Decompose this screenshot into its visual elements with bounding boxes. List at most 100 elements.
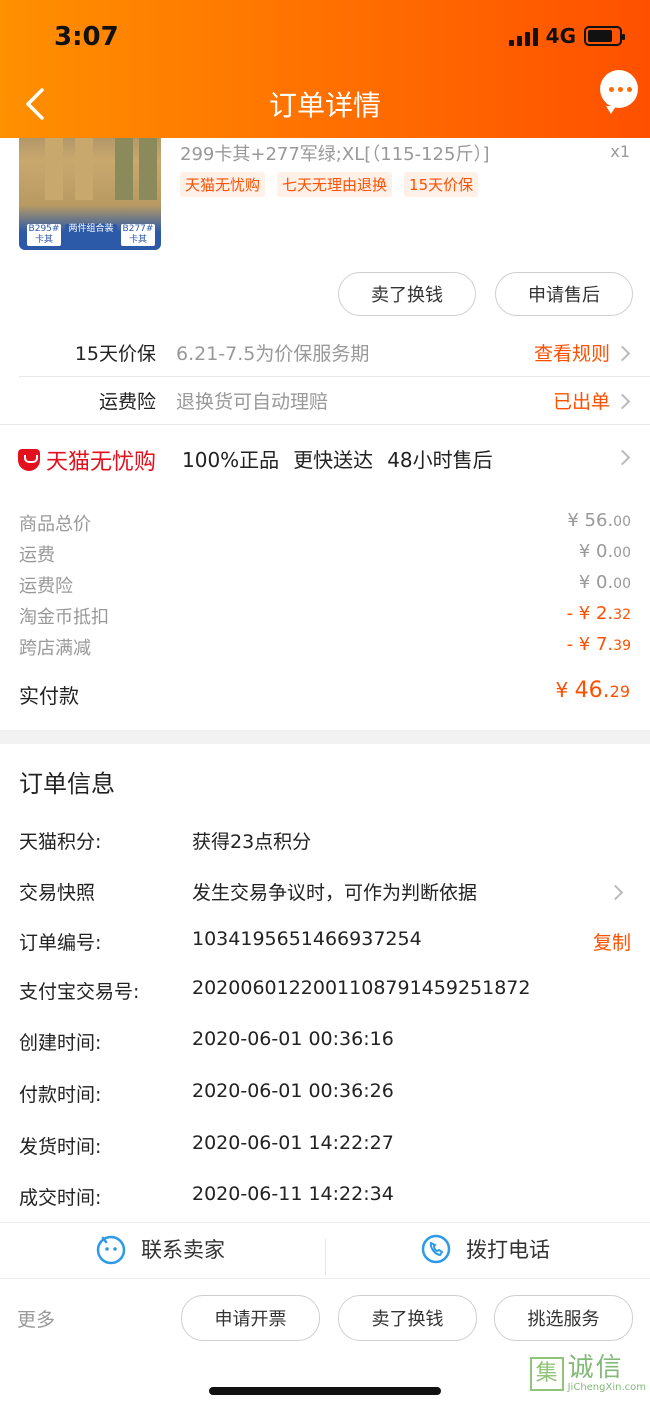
info-label: 成交时间: <box>19 1187 102 1209</box>
divider <box>19 376 650 377</box>
service-label: 15天价保 <box>74 343 156 365</box>
product-spec[interactable]: 299卡其+277军绿;XL[（115-125斤）] <box>180 140 489 166</box>
price-label: 运费险 <box>19 576 73 597</box>
chat-face-icon <box>96 1235 126 1265</box>
status-time: 3:07 <box>54 22 119 52</box>
chevron-right-icon <box>614 449 631 466</box>
info-value: 2020-06-01 14:22:27 <box>192 1132 394 1154</box>
price-row: 跨店满减 - ¥ 7.39 <box>19 634 631 662</box>
tag-return: 七天无理由退换 <box>277 172 393 197</box>
service-label: 运费险 <box>98 391 156 413</box>
after-sale-button[interactable]: 申请售后 <box>495 272 633 316</box>
feature-aftersale: 48小时售后 <box>387 448 493 472</box>
battery-icon <box>584 26 625 46</box>
info-value: 发生交易争议时，可作为判断依据 <box>192 882 478 904</box>
select-service-button[interactable]: 挑选服务 <box>494 1295 633 1341</box>
service-row-price-protect[interactable]: 15天价保 6.21-7.5为价保服务期 查看规则 <box>0 331 650 375</box>
info-value: 2020-06-01 00:36:26 <box>192 1080 394 1102</box>
more-button[interactable]: 更多 <box>17 1305 55 1332</box>
info-value: 2020-06-01 00:36:16 <box>192 1028 394 1050</box>
info-row-alipay-number: 支付宝交易号: 2020060122001108791459251872 <box>19 977 631 1007</box>
info-value: 获得23点积分 <box>192 831 312 853</box>
info-row-points: 天猫积分: 获得23点积分 <box>19 827 631 857</box>
section-gap <box>0 730 650 744</box>
product-badge-right: B277# 卡其 <box>121 224 155 246</box>
product-badge-left: B295# 卡其 <box>27 224 61 246</box>
more-menu-icon[interactable] <box>606 100 628 104</box>
price-value: ¥ 0.00 <box>578 541 631 562</box>
view-rules-link[interactable]: 查看规则 <box>534 339 610 366</box>
chevron-right-icon <box>614 393 631 410</box>
price-value: ¥ 56.00 <box>567 510 631 531</box>
info-row-shipped: 发货时间: 2020-06-01 14:22:27 <box>19 1132 631 1162</box>
order-info-title: 订单信息 <box>19 770 115 798</box>
price-label: 跨店满减 <box>19 638 91 659</box>
total-value: ¥ 46.29 <box>555 678 630 703</box>
tmall-logo: 天猫无忧购 <box>18 444 156 476</box>
watermark-en: JiChengXin.com <box>567 1382 646 1393</box>
call-label: 拨打电话 <box>466 1238 550 1262</box>
contact-bar: 联系卖家 拨打电话 <box>0 1222 650 1278</box>
service-row-shipping-insurance[interactable]: 运费险 退换货可自动理赔 已出单 <box>0 379 650 423</box>
page-title: 订单详情 <box>268 89 381 122</box>
tmall-features: 100%正品 更快送达 48小时售后 <box>182 444 493 473</box>
tag-price-protect: 15天价保 <box>404 172 479 197</box>
signal-icon <box>508 26 538 46</box>
tmall-guarantee-banner[interactable]: 天猫无忧购 100%正品 更快送达 48小时售后 <box>0 426 650 490</box>
watermark-logo: 集 诚信 JiChengXin.com <box>529 1353 646 1393</box>
chevron-right-icon <box>614 345 631 362</box>
info-value: 2020060122001108791459251872 <box>192 977 531 999</box>
price-label: 运费 <box>19 545 55 566</box>
chevron-right-icon <box>607 884 624 901</box>
product-badge-center: 两件组合装 <box>65 224 117 246</box>
info-row-completed: 成交时间: 2020-06-11 14:22:34 <box>19 1183 631 1213</box>
tag-tmall: 天猫无忧购 <box>180 172 266 197</box>
status-icons: 4G <box>508 24 625 48</box>
network-label: 4G <box>545 24 576 48</box>
price-row: 商品总价 ¥ 56.00 <box>19 510 631 538</box>
info-value: 1034195651466937254 <box>192 928 422 950</box>
info-label: 发货时间: <box>19 1136 102 1158</box>
info-label: 天猫积分: <box>19 831 102 853</box>
sell-button-bottom[interactable]: 卖了换钱 <box>338 1295 477 1341</box>
total-label: 实付款 <box>19 684 79 708</box>
product-tags: 天猫无忧购 七天无理由退换 15天价保 <box>180 172 479 197</box>
watermark-icon: 集 <box>529 1356 564 1391</box>
price-row: 淘金币抵扣 - ¥ 2.32 <box>19 603 631 631</box>
sell-button[interactable]: 卖了换钱 <box>338 272 476 316</box>
watermark-cn: 诚信 <box>567 1353 624 1383</box>
product-qty: x1 <box>610 142 630 161</box>
copy-button[interactable]: 复制 <box>593 928 631 955</box>
contact-seller-button[interactable]: 联系卖家 <box>95 1233 225 1265</box>
price-value: - ¥ 7.39 <box>566 634 631 655</box>
info-label: 交易快照 <box>19 882 96 904</box>
info-label: 创建时间: <box>19 1032 102 1054</box>
divider <box>0 424 650 425</box>
info-label: 订单编号: <box>19 932 102 954</box>
info-label: 支付宝交易号: <box>19 981 140 1003</box>
price-label: 商品总价 <box>19 514 91 535</box>
invoice-button[interactable]: 申请开票 <box>181 1295 320 1341</box>
price-row: 运费 ¥ 0.00 <box>19 541 631 569</box>
tmall-shield-icon <box>18 449 40 471</box>
price-label: 淘金币抵扣 <box>19 607 109 628</box>
home-indicator[interactable] <box>209 1387 441 1395</box>
service-desc: 退换货可自动理赔 <box>176 391 329 413</box>
price-row: 运费险 ¥ 0.00 <box>19 572 631 600</box>
phone-icon <box>421 1234 451 1264</box>
price-value: - ¥ 2.32 <box>566 603 631 624</box>
divider <box>325 1239 326 1275</box>
info-row-order-number: 订单编号: 1034195651466937254 复制 <box>19 928 631 958</box>
contact-seller-label: 联系卖家 <box>141 1238 225 1262</box>
service-desc: 6.21-7.5为价保服务期 <box>176 343 370 365</box>
top-header: 3:07 4G 订单详情 <box>0 0 650 138</box>
info-row-created: 创建时间: 2020-06-01 00:36:16 <box>19 1028 631 1058</box>
feature-genuine: 100%正品 <box>182 448 280 472</box>
info-row-paid: 付款时间: 2020-06-01 00:36:26 <box>19 1080 631 1110</box>
call-button[interactable]: 拨打电话 <box>420 1233 550 1265</box>
info-label: 付款时间: <box>19 1084 102 1106</box>
tmall-brand: 天猫无忧购 <box>46 450 157 475</box>
insurance-status-link[interactable]: 已出单 <box>553 387 610 414</box>
info-value: 2020-06-11 14:22:34 <box>192 1183 394 1205</box>
info-row-snapshot[interactable]: 交易快照 发生交易争议时，可作为判断依据 <box>19 878 631 908</box>
